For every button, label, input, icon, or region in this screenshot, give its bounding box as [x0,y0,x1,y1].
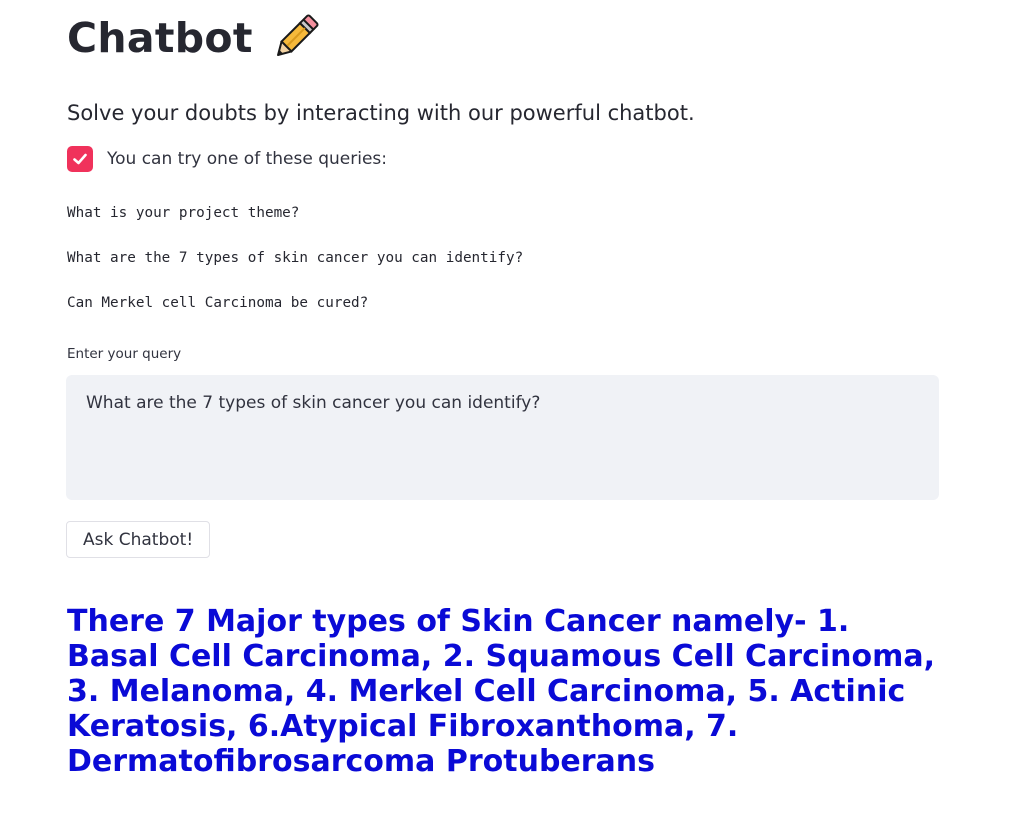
examples-toggle-label: You can try one of these queries: [107,149,387,169]
chatbot-answer: There 7 Major types of Skin Cancer namel… [67,604,936,779]
query-input-label: Enter your query [67,346,182,362]
example-query: Can Merkel cell Carcinoma be cured? [67,295,369,311]
checkbox-checked-icon[interactable] [67,146,93,172]
query-textarea[interactable]: What are the 7 types of skin cancer you … [66,375,939,500]
page-subtitle: Solve your doubts by interacting with ou… [67,101,695,125]
examples-toggle[interactable]: You can try one of these queries: [67,145,387,173]
example-query: What is your project theme? [67,205,300,221]
example-query: What are the 7 types of skin cancer you … [67,250,524,266]
ask-chatbot-button[interactable]: Ask Chatbot! [66,521,211,558]
title-row: Chatbot [67,8,323,68]
page-title: Chatbot [67,14,253,62]
pencil-icon [267,10,323,66]
